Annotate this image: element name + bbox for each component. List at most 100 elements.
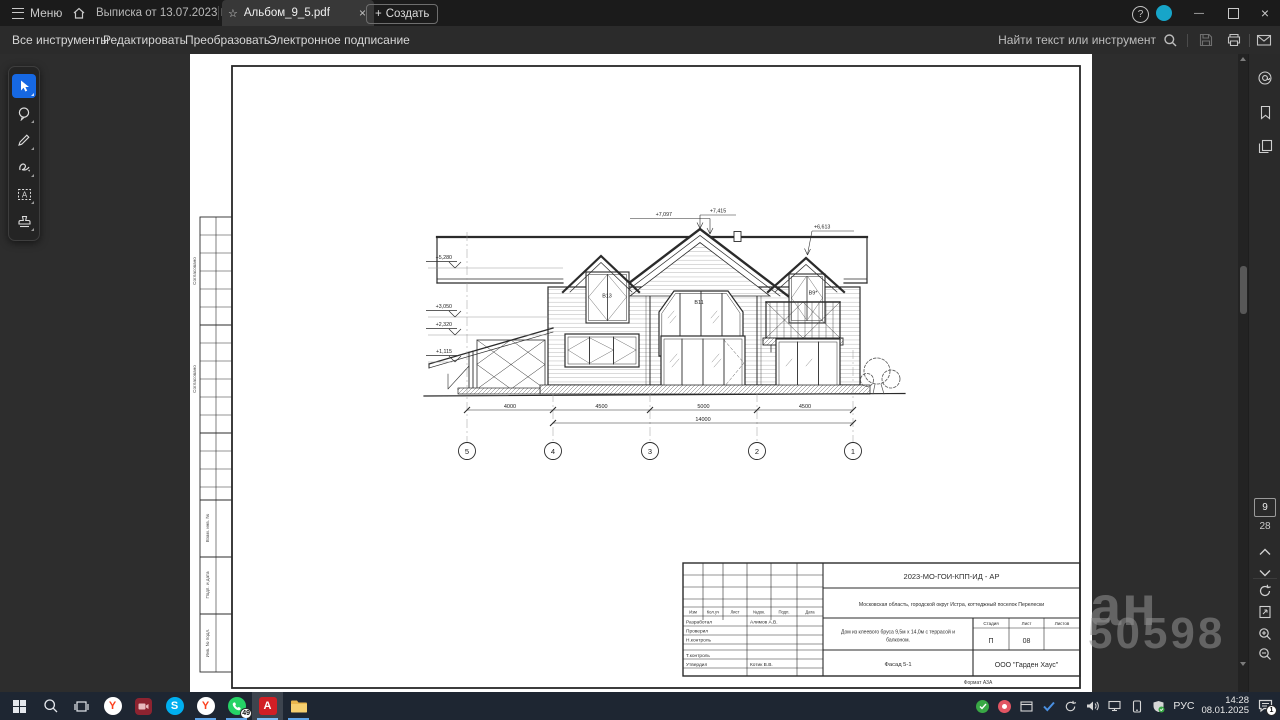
all-tools-label: Все инструменты <box>12 33 109 47</box>
minimize-icon: — <box>1194 8 1204 19</box>
convert-label: Преобразовать <box>185 33 270 47</box>
sign-tool[interactable] <box>12 155 36 179</box>
all-tools-menu[interactable]: Все инструменты <box>12 26 109 54</box>
taskbar-skype[interactable]: S <box>159 692 190 720</box>
print-icon[interactable] <box>1226 32 1242 48</box>
zoom-out-icon <box>1258 647 1272 661</box>
home-button[interactable] <box>68 0 90 26</box>
action-center-button[interactable]: 1 <box>1256 697 1274 715</box>
zoom-out-button[interactable] <box>1249 642 1280 666</box>
axis-2: 2 <box>755 447 759 456</box>
col-podp: Подп. <box>778 610 789 615</box>
tray-device[interactable] <box>1129 699 1144 714</box>
taskbar-acrobat-active[interactable]: A <box>252 692 283 720</box>
page-thumbnails-button[interactable] <box>1249 134 1280 158</box>
name-alimov: Алимов А.В. <box>750 620 778 626</box>
esign-menu[interactable]: Электронное подписание <box>268 26 410 54</box>
axis-4: 4 <box>551 447 555 456</box>
axis-5: 5 <box>465 447 469 456</box>
help-button[interactable]: ? <box>1132 6 1149 23</box>
tray-network[interactable] <box>1107 699 1122 714</box>
language-indicator[interactable]: РУС <box>1173 700 1194 712</box>
stamp-tool[interactable] <box>12 209 36 233</box>
create-button[interactable]: + Создать <box>366 4 438 24</box>
scrollbar-thumb[interactable] <box>1240 266 1247 314</box>
clock[interactable]: 14:28 08.01.2025 <box>1201 696 1249 717</box>
window-maximize-button[interactable] <box>1218 0 1248 26</box>
edit-menu[interactable]: Редактировать <box>103 26 186 54</box>
window-minimize-button[interactable]: — <box>1184 0 1214 26</box>
task-view-button[interactable] <box>66 692 97 720</box>
find-tool-button[interactable]: Найти текст или инструмент <box>998 26 1178 54</box>
window-close-button[interactable]: × <box>1250 0 1280 26</box>
search-icon <box>1163 33 1178 48</box>
folder-icon <box>290 699 308 714</box>
scroll-down-icon[interactable] <box>1240 662 1246 666</box>
elev-5280: +5,280 <box>436 255 452 261</box>
fit-page-button[interactable] <box>1249 600 1280 624</box>
edit-label: Редактировать <box>103 33 186 47</box>
convert-menu[interactable]: Преобразовать <box>185 26 270 54</box>
clock-date: 08.01.2025 <box>1201 706 1249 717</box>
start-button[interactable] <box>4 692 35 720</box>
taskbar-search-button[interactable] <box>35 692 66 720</box>
tab2-label: Альбом_9_5.pdf <box>244 7 330 19</box>
window-icon <box>1020 700 1033 713</box>
zoom-in-icon <box>1258 627 1272 641</box>
taskbar-whatsapp[interactable]: 49 <box>221 692 252 720</box>
taskbar-file-explorer[interactable] <box>283 692 314 720</box>
axis-3: 3 <box>648 447 652 456</box>
elev-6613: +6,613 <box>814 225 830 231</box>
bookmark-icon <box>1258 105 1273 120</box>
comment-tool[interactable] <box>12 101 36 125</box>
taskbar-camera-app[interactable] <box>128 692 159 720</box>
tray-defender[interactable] <box>1151 699 1166 714</box>
user-avatar[interactable] <box>1156 5 1172 21</box>
phone-icon <box>1132 700 1142 713</box>
tray-app-window[interactable] <box>1019 699 1034 714</box>
sheet-label: Лист <box>1022 621 1032 626</box>
chevron-down-icon <box>1259 569 1271 577</box>
pencil-icon <box>17 133 31 147</box>
fit-page-icon <box>1258 605 1272 619</box>
save-icon[interactable] <box>1198 32 1214 48</box>
current-page-input[interactable]: 9 <box>1254 498 1276 517</box>
help-icon: ? <box>1138 9 1144 20</box>
taskbar-yandex-2[interactable]: Y <box>190 692 221 720</box>
col-data: Дата <box>805 610 815 615</box>
sync-icon <box>1064 700 1077 713</box>
mail-icon[interactable] <box>1256 32 1272 48</box>
stamp-label: Инв. № подл. <box>205 629 210 658</box>
tray-check-blue[interactable] <box>1041 699 1056 714</box>
edit-text-tool[interactable]: A <box>12 182 36 206</box>
taskbar-yandex-browser[interactable]: Y <box>97 692 128 720</box>
tray-sync[interactable] <box>1063 699 1078 714</box>
draw-tool[interactable] <box>12 128 36 152</box>
scroll-up-icon[interactable] <box>1240 57 1246 61</box>
vertical-scrollbar[interactable] <box>1238 54 1248 692</box>
current-page-value: 9 <box>1262 502 1268 513</box>
favorite-star-icon[interactable]: ☆ <box>228 7 238 20</box>
bookmarks-button[interactable] <box>1249 100 1280 124</box>
yandex-icon: Y <box>104 697 122 715</box>
tab-document-2-active[interactable]: ☆ Альбом_9_5.pdf × <box>222 0 374 26</box>
camera-app-icon <box>135 698 152 715</box>
stamp-icon <box>17 214 32 229</box>
svg-text:A: A <box>21 190 27 199</box>
flyout-corner <box>31 201 34 204</box>
dim-total: 14000 <box>695 417 710 423</box>
tray-status-ok[interactable] <box>975 699 990 714</box>
tab-document-1[interactable]: Выписка от 13.07.2023 №... <box>92 0 224 26</box>
flyout-corner <box>31 120 34 123</box>
stage-value: П <box>988 638 993 645</box>
attachments-button[interactable] <box>1249 66 1280 90</box>
tab1-label: Выписка от 13.07.2023 №... <box>96 7 224 19</box>
select-tool[interactable] <box>12 74 36 98</box>
skype-icon: S <box>166 697 184 715</box>
flyout-corner <box>31 93 34 96</box>
tray-app-pink[interactable] <box>997 699 1012 714</box>
role-nkontrol: Н.контроль <box>686 638 711 644</box>
tray-volume[interactable] <box>1085 699 1100 714</box>
menu-button[interactable]: Меню <box>8 0 66 26</box>
search-icon <box>43 698 59 714</box>
